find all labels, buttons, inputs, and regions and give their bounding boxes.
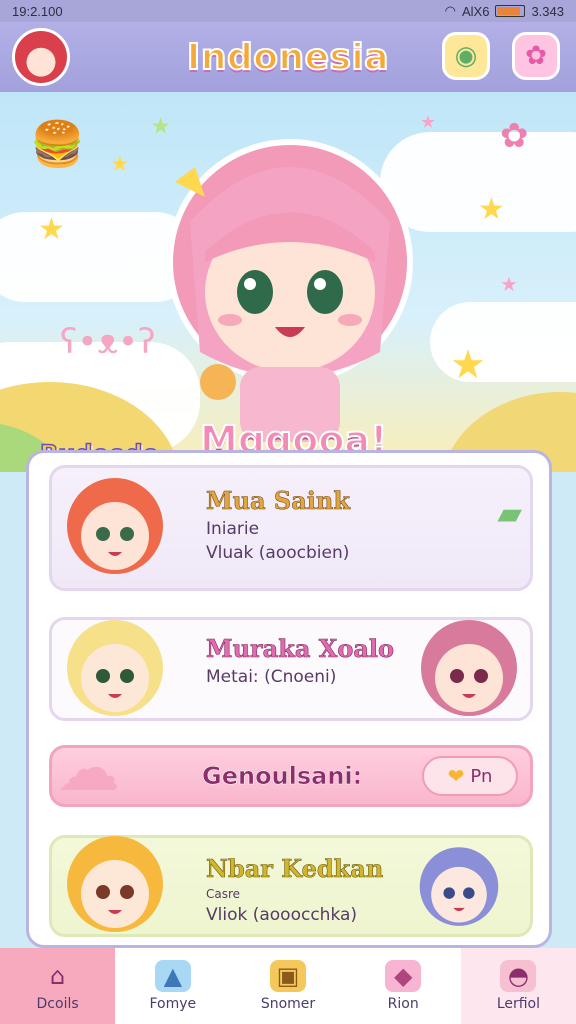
star-icon: ★ [450,342,486,388]
home-icon: ⌂ [49,962,66,990]
hero-banner: ★ ★ ★ ★ ★ ★ ★ 🍔 ʕ•ᴥ•ʔ ✿ [0,92,576,472]
hamburger-icon: 🍔 [30,119,85,170]
bottom-nav: ⌂ Dcoils ▲ Fomye ▣ Snomer ◆ Rion ◓ Lerfi… [0,948,576,1024]
star-icon: ★ [500,272,518,296]
wifi-icon: ◠ [444,3,456,18]
character-line2: Vliok (aooocchka) [206,905,358,925]
character-name: Mua Saink [206,486,351,516]
candy-button[interactable]: ◉ [442,32,490,80]
nav-label: Snomer [260,996,316,1012]
bunny-icon: ✿ [500,116,529,156]
candy-icon: ◉ [454,41,478,71]
star-icon: ★ [38,212,65,247]
character-line1: Metai: (Cnoeni) [206,667,337,687]
character-avatar [67,836,163,932]
list-item[interactable]: Muraka Xoalo Metai: (Cnoeni) [49,617,533,721]
slide-icon: ▲ [154,960,191,992]
status-bar: 19:2.100 ◠ AlX6 3.343 [0,0,576,22]
heart-button[interactable]: ❤ Pn [422,756,518,796]
character-avatar [67,620,163,716]
status-right-text: 3.343 [531,3,564,19]
nav-item-box[interactable]: ▣ Snomer [230,948,346,1024]
bear-icon: ʕ•ᴥ•ʔ [60,322,156,362]
page-title: Indonesia [186,36,390,79]
heart-icon: ❤ [447,764,465,788]
app-header: Indonesia ◉ ✿ [0,22,576,92]
mascot-girl [167,139,413,442]
banner-text: Genoulsani: [202,762,363,791]
character-line1: Casre [206,887,241,901]
character-list-panel: Mua Saink Iniarie Vluak (aoocbien) ▰ Mur… [26,450,552,948]
flower-button[interactable]: ✿ [512,32,560,80]
character-line2: Vluak (aoocbien) [206,543,350,563]
status-time: 19:2.100 [12,3,63,19]
star-icon: ★ [478,192,505,227]
battery-icon [495,5,526,17]
nav-label: Dcoils [36,996,79,1012]
character-avatar-secondary [419,847,499,926]
heart-button-label: Pn [470,765,493,787]
character-avatar [67,478,163,574]
nav-label: Fomye [149,996,197,1012]
nav-label: Lerfiol [496,996,541,1012]
nav-item-ufo[interactable]: ◓ Lerfiol [460,948,576,1024]
list-item[interactable]: Mua Saink Iniarie Vluak (aoocbien) ▰ [49,465,533,591]
nav-item-slide[interactable]: ▲ Fomye [115,948,231,1024]
nav-label: Rion [387,996,419,1012]
cloud-icon: ☁ [56,732,120,806]
book-icon[interactable]: ▰ [497,494,522,532]
character-name: Nbar Kedkan [206,854,384,884]
list-item[interactable]: Nbar Kedkan Casre Vliok (aooocchka) [49,835,533,937]
cake-icon: ◆ [385,960,422,992]
avatar[interactable] [12,28,70,86]
nav-item-home[interactable]: ⌂ Dcoils [0,948,116,1024]
banner-bonus[interactable]: ☁ Genoulsani: ❤ Pn [49,732,533,807]
character-avatar-secondary [421,620,517,716]
flower-icon: ✿ [525,41,547,71]
character-name: Muraka Xoalo [206,634,395,664]
character-line1: Iniarie [206,519,260,539]
signal-text: AlX6 [461,3,490,19]
box-icon: ▣ [270,960,306,992]
star-icon: ★ [110,152,130,177]
ufo-icon: ◓ [500,960,537,992]
nav-item-cake[interactable]: ◆ Rion [345,948,461,1024]
